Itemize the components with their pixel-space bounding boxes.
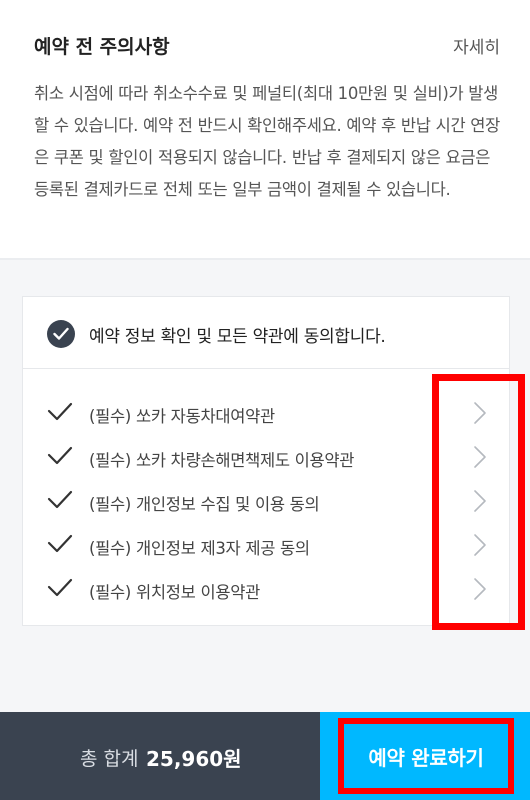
total-amount: 25,960원 <box>146 747 242 771</box>
chevron-right-icon[interactable] <box>473 577 487 605</box>
check-icon[interactable] <box>47 446 73 470</box>
check-icon[interactable] <box>47 578 73 602</box>
term-label: (필수) 개인정보 제3자 제공 동의 <box>89 539 310 558</box>
check-icon[interactable] <box>47 534 73 558</box>
term-label: (필수) 쏘카 자동차대여약관 <box>89 407 275 426</box>
term-row-privacy-collection[interactable]: (필수) 개인정보 수집 및 이용 동의 <box>23 479 509 523</box>
term-row-damage-waiver[interactable]: (필수) 쏘카 차량손해면책제도 이용약관 <box>23 435 509 479</box>
section-divider <box>0 258 530 260</box>
chevron-right-icon[interactable] <box>473 401 487 429</box>
term-label: (필수) 위치정보 이용약관 <box>89 583 260 602</box>
agree-all-row[interactable]: 예약 정보 확인 및 모든 약관에 동의합니다. <box>23 297 509 369</box>
agree-all-check-icon[interactable] <box>47 320 75 348</box>
term-row-car-rental[interactable]: (필수) 쏘카 자동차대여약관 <box>23 391 509 435</box>
term-label: (필수) 개인정보 수집 및 이용 동의 <box>89 495 320 514</box>
notice-more-link[interactable]: 자세히 <box>453 33 500 58</box>
notice-title: 예약 전 주의사항 <box>34 36 170 58</box>
chevron-right-icon[interactable] <box>473 533 487 561</box>
agree-all-label: 예약 정보 확인 및 모든 약관에 동의합니다. <box>89 327 386 347</box>
chevron-right-icon[interactable] <box>473 489 487 517</box>
term-label: (필수) 쏘카 차량손해면책제도 이용약관 <box>89 451 355 470</box>
check-icon[interactable] <box>47 402 73 426</box>
term-row-location[interactable]: (필수) 위치정보 이용약관 <box>23 567 509 611</box>
total-area: 총 합계 25,960원 <box>0 712 320 800</box>
chevron-right-icon[interactable] <box>473 445 487 473</box>
confirm-reservation-button[interactable]: 예약 완료하기 <box>338 718 514 794</box>
terms-card: 예약 정보 확인 및 모든 약관에 동의합니다. (필수) 쏘카 자동차대여약관… <box>22 296 510 626</box>
notice-section: 예약 전 주의사항 자세히 취소 시점에 따라 취소수수료 및 페널티(최대 1… <box>0 0 530 258</box>
confirm-area[interactable]: 예약 완료하기 <box>320 712 530 800</box>
notice-body: 취소 시점에 따라 취소수수료 및 페널티(최대 10만원 및 실비)가 발생할… <box>34 84 501 199</box>
term-row-third-party[interactable]: (필수) 개인정보 제3자 제공 동의 <box>23 523 509 567</box>
total-label: 총 합계 <box>80 748 139 770</box>
check-icon[interactable] <box>47 490 73 514</box>
bottom-bar: 총 합계 25,960원 예약 완료하기 <box>0 712 530 800</box>
